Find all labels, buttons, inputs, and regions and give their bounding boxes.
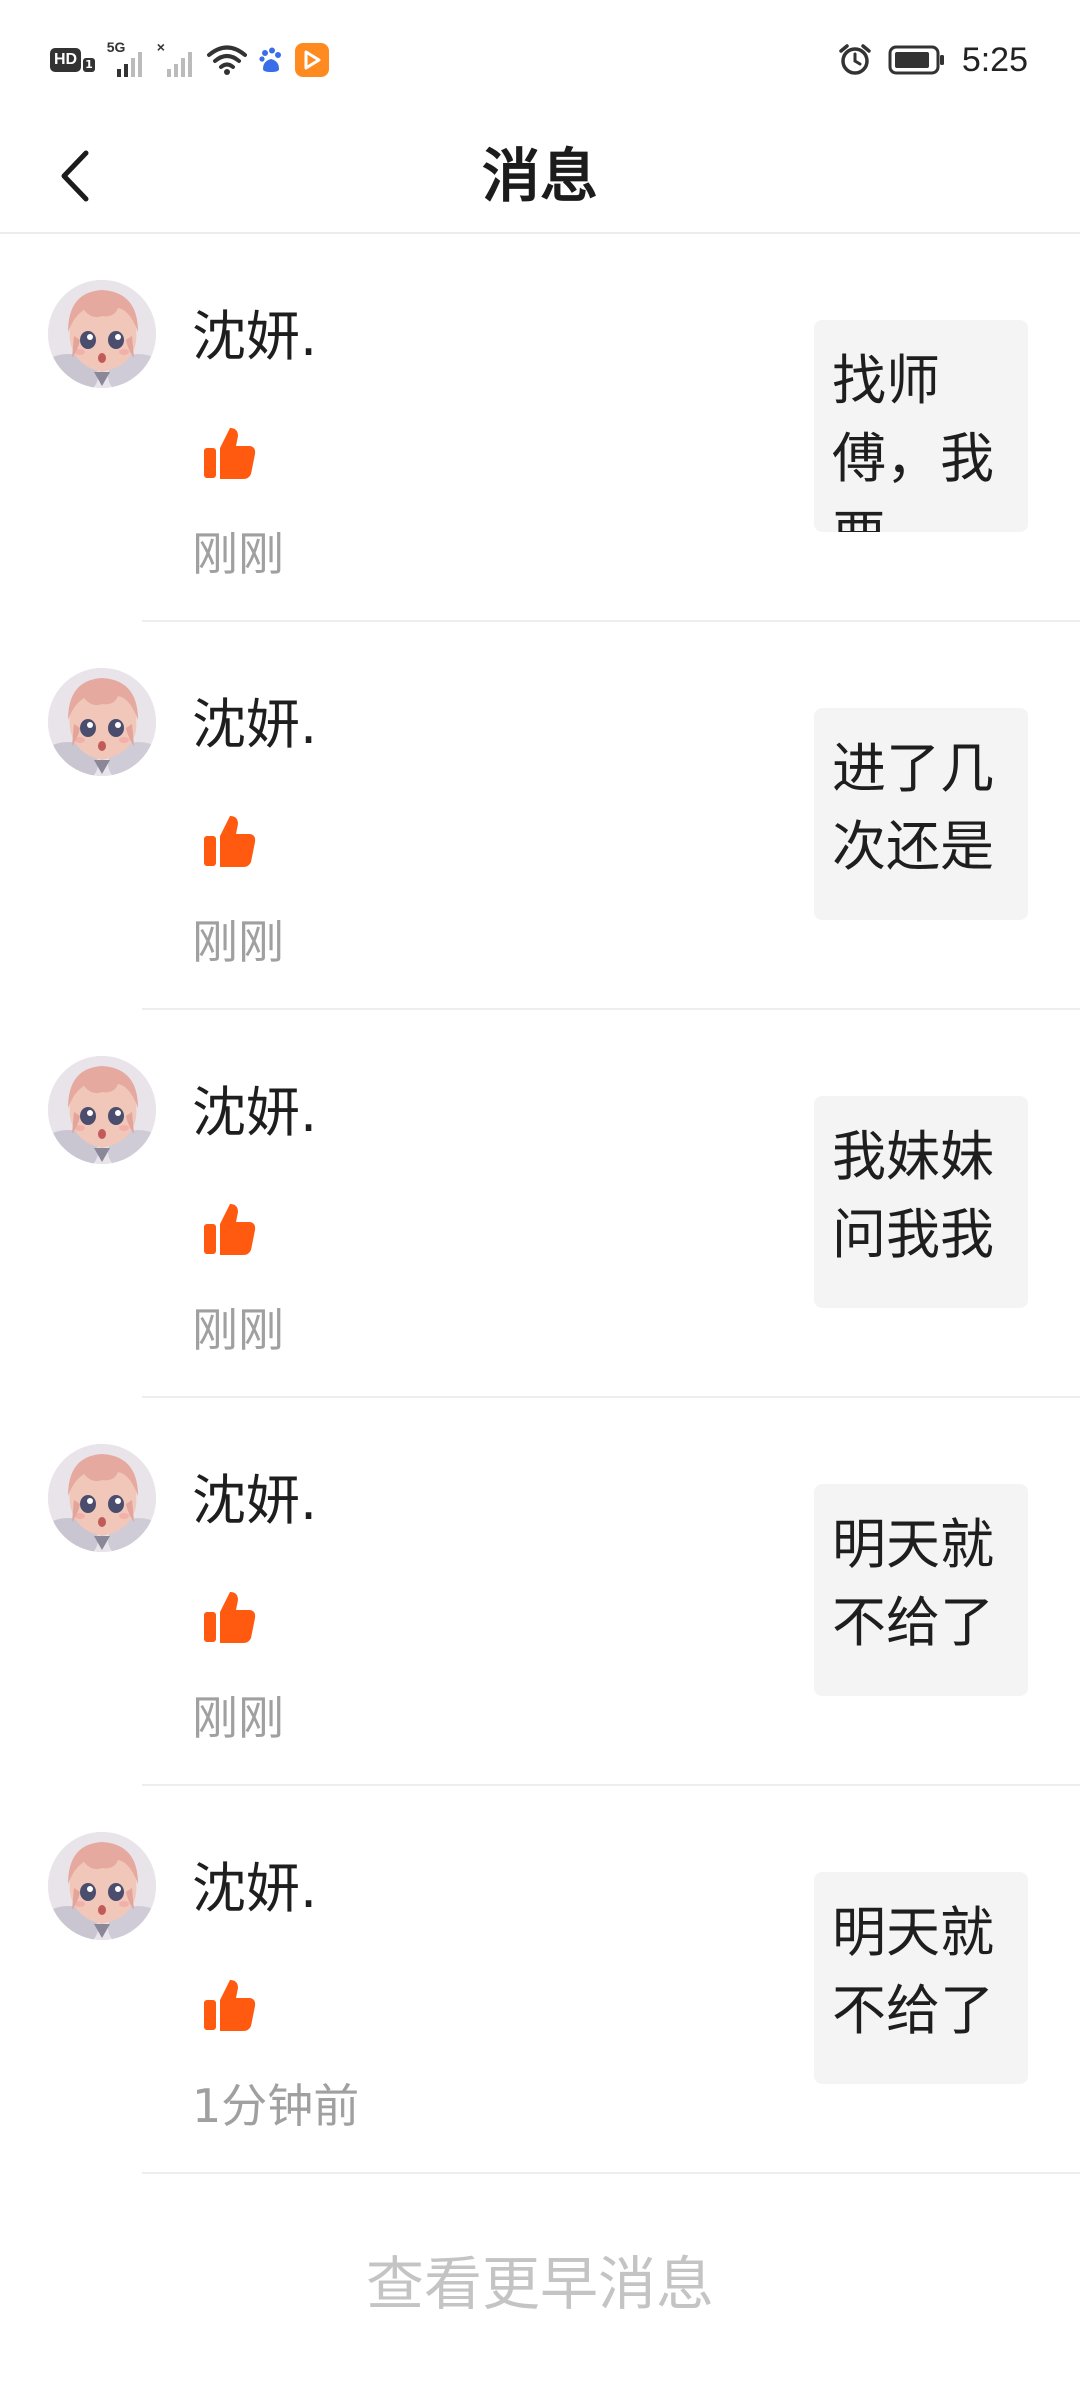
avatar[interactable]	[48, 1056, 156, 1164]
battery-icon	[888, 45, 944, 75]
quoted-comment-text: 找师傅，我要	[832, 349, 994, 532]
avatar[interactable]	[48, 280, 156, 388]
hd-label: HD	[50, 48, 82, 72]
video-app-icon	[294, 43, 329, 77]
list-item[interactable]: 沈妍. 刚刚 明天就不给了	[0, 1398, 1080, 1786]
status-right-icons: 5:25	[838, 36, 1028, 84]
quoted-comment[interactable]: 明天就不给了	[814, 1872, 1028, 2084]
wifi-icon	[206, 45, 247, 75]
quoted-comment-text: 明天就不给了	[832, 1901, 994, 2042]
avatar[interactable]	[48, 1444, 156, 1552]
nav-header: 消息	[0, 120, 1080, 234]
thumbs-up-icon	[200, 812, 258, 870]
alarm-icon	[839, 44, 871, 75]
timestamp: 刚刚	[192, 1691, 284, 1745]
status-left-icons: HD 1 5G ×	[50, 36, 329, 84]
hd-sub-label: 1	[83, 58, 95, 72]
user-name[interactable]: 沈妍.	[192, 690, 317, 760]
view-earlier-messages-button[interactable]: 查看更早消息	[0, 2244, 1080, 2324]
user-name[interactable]: 沈妍.	[192, 1466, 317, 1536]
page-title: 消息	[481, 142, 598, 210]
quoted-comment[interactable]: 我妹妹问我我	[814, 1096, 1028, 1308]
user-name[interactable]: 沈妍.	[192, 302, 317, 372]
timestamp: 刚刚	[192, 915, 284, 969]
message-list: 沈妍. 刚刚 找师傅，我要 沈妍. 刚刚 进了几次还是 沈妍. 刚刚 我妹妹问我…	[0, 234, 1080, 2174]
signal-sim1-icon: 5G	[107, 39, 145, 77]
thumbs-up-icon	[200, 424, 258, 482]
user-name[interactable]: 沈妍.	[192, 1854, 317, 1924]
avatar[interactable]	[48, 668, 156, 776]
baidu-icon	[259, 47, 281, 72]
timestamp: 刚刚	[192, 1303, 284, 1357]
quoted-comment-text: 我妹妹问我我	[832, 1125, 994, 1266]
timestamp: 刚刚	[192, 527, 284, 581]
thumbs-up-icon	[200, 1976, 258, 2034]
thumbs-up-icon	[200, 1200, 258, 1258]
quoted-comment[interactable]: 进了几次还是	[814, 708, 1028, 920]
avatar[interactable]	[48, 1832, 156, 1940]
list-item[interactable]: 沈妍. 刚刚 我妹妹问我我	[0, 1010, 1080, 1398]
divider	[142, 2172, 1080, 2174]
quoted-comment[interactable]: 找师傅，我要	[814, 320, 1028, 532]
status-bar: HD 1 5G × 5:25	[0, 0, 1080, 120]
list-item[interactable]: 沈妍. 刚刚 进了几次还是	[0, 622, 1080, 1010]
list-item[interactable]: 沈妍. 1分钟前 明天就不给了	[0, 1786, 1080, 2174]
user-name[interactable]: 沈妍.	[192, 1078, 317, 1148]
thumbs-up-icon	[200, 1588, 258, 1646]
quoted-comment[interactable]: 明天就不给了	[814, 1484, 1028, 1696]
hd-volte-icon: HD 1	[50, 48, 95, 72]
signal-sim2-icon: ×	[157, 39, 195, 77]
signal-sim2-tag: ×	[156, 39, 165, 55]
status-time: 5:25	[961, 40, 1028, 79]
list-item[interactable]: 沈妍. 刚刚 找师傅，我要	[0, 234, 1080, 622]
quoted-comment-text: 进了几次还是	[832, 737, 994, 878]
timestamp: 1分钟前	[192, 2079, 360, 2133]
quoted-comment-text: 明天就不给了	[832, 1513, 994, 1654]
